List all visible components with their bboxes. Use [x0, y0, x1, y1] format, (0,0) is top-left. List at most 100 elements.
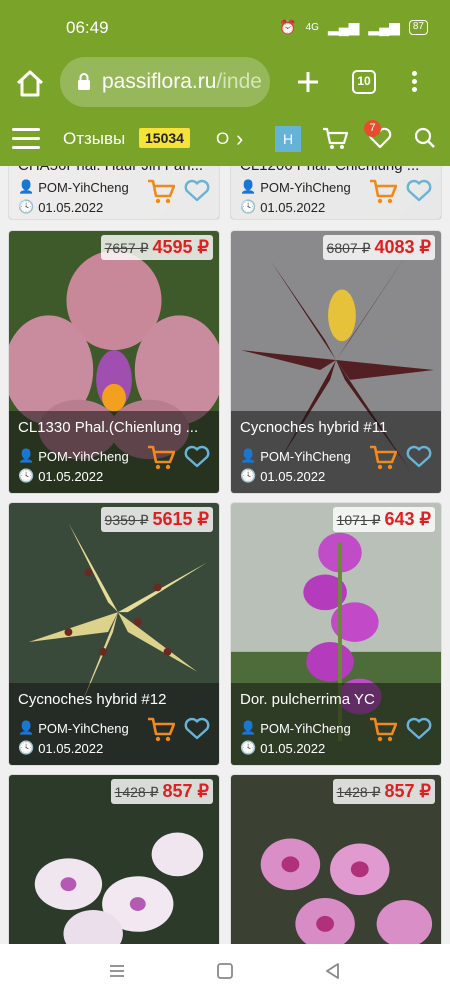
price-tag: 7657 ₽4595 ₽: [100, 235, 213, 260]
add-to-cart-button[interactable]: [369, 445, 398, 476]
favorite-button[interactable]: [406, 717, 432, 746]
favorite-button[interactable]: [184, 445, 210, 474]
price-old: 1428 ₽: [336, 784, 381, 800]
back-triangle-icon: [326, 963, 339, 979]
home-nav-button[interactable]: [216, 962, 234, 985]
price-new: 857 ₽: [162, 781, 210, 801]
favorite-button[interactable]: [406, 179, 432, 208]
search-icon[interactable]: [414, 127, 436, 154]
product-info: CL1206 Phal. Chienlung ... 👤POM-YihCheng…: [231, 166, 441, 219]
cart-icon: [370, 717, 398, 742]
hamburger-line: [12, 128, 40, 131]
product-name[interactable]: CL1206 Phal. Chienlung ...: [240, 166, 436, 174]
status-icons: ⏰ 4G ▂▄▆ ▂▄▆ 87: [279, 19, 428, 36]
back-button[interactable]: [324, 962, 342, 985]
home-icon: [16, 70, 44, 97]
network-label: 4G: [305, 22, 319, 33]
reviews-count-badge: 15034: [139, 128, 190, 148]
browser-menu-button[interactable]: [404, 68, 424, 98]
cart-icon: [148, 717, 176, 742]
product-seller: 👤 POM-YihCheng: [18, 448, 129, 464]
product-card[interactable]: CHA56Phal. Haur Jih Fan... 👤POM-YihCheng…: [8, 166, 220, 220]
product-date: 🕓 01.05.2022: [240, 468, 325, 484]
price-old: 9359 ₽: [104, 512, 149, 528]
product-name[interactable]: Dor. pulcherrima YC: [240, 691, 436, 708]
status-time: 06:49: [66, 18, 109, 37]
heart-icon: [184, 445, 210, 468]
product-card[interactable]: 1428 ₽857 ₽: [230, 774, 442, 944]
add-to-cart-button[interactable]: [147, 445, 176, 476]
hamburger-line: [12, 137, 40, 140]
favorite-button[interactable]: [184, 717, 210, 746]
add-to-cart-button[interactable]: [147, 179, 176, 210]
system-nav-bar: [0, 944, 450, 1000]
product-date: 🕓 01.05.2022: [240, 740, 325, 756]
signal-icon: ▂▄▆: [327, 19, 360, 35]
product-name[interactable]: CHA56Phal. Haur Jih Fan...: [18, 166, 214, 174]
product-info: Cycnoches hybrid #12 👤 POM-YihCheng 🕓 01.0…: [9, 683, 219, 765]
product-name[interactable]: CL1330 Phal.(Chienlung ...: [18, 419, 214, 436]
lock-icon: [78, 73, 90, 90]
recent-apps-button[interactable]: [108, 962, 126, 985]
date-text: 01.05.2022: [260, 199, 326, 215]
product-info: Dor. pulcherrima YC 👤 POM-YihCheng 🕓 01.05…: [231, 683, 441, 765]
favorite-button[interactable]: [406, 445, 432, 474]
reviews-link[interactable]: Отзывы: [63, 129, 125, 149]
user-icon: 👤: [18, 720, 35, 735]
clock-icon: 🕓: [240, 199, 257, 214]
alarm-icon: ⏰: [279, 19, 297, 35]
clock-icon: 🕓: [240, 740, 257, 755]
add-to-cart-button[interactable]: [369, 717, 398, 748]
date-text: 01.05.2022: [260, 740, 326, 756]
new-tab-button[interactable]: [293, 64, 323, 100]
product-name[interactable]: Cycnoches hybrid #12: [18, 691, 214, 708]
clock-icon: 🕓: [18, 199, 35, 214]
url-text: passiflora.ru/inde: [102, 70, 262, 94]
product-card[interactable]: 7657 ₽4595 ₽ CL1330 Phal.(Chienlung ... …: [8, 230, 220, 494]
seller-name: POM-YihCheng: [260, 448, 351, 464]
plus-icon: [298, 72, 318, 92]
product-card[interactable]: 6807 ₽4083 ₽ Cycnoches hybrid #11 👤 POM-Y…: [230, 230, 442, 494]
favorite-button[interactable]: [184, 179, 210, 208]
heart-icon: [406, 717, 432, 740]
product-card[interactable]: 9359 ₽5615 ₽ Cycnoches hybrid #12 👤 POM-Y…: [8, 502, 220, 766]
product-card[interactable]: CL1206 Phal. Chienlung ... 👤POM-YihCheng…: [230, 166, 442, 220]
cart-icon[interactable]: [322, 127, 349, 156]
seller-name: POM-YihCheng: [38, 179, 129, 195]
square-icon: [217, 963, 233, 979]
h-badge-button[interactable]: Н: [275, 126, 301, 152]
heart-icon: [406, 445, 432, 468]
product-card[interactable]: 1071 ₽643 ₽ Dor. pulcherrima YC 👤 POM-Yih…: [230, 502, 442, 766]
battery-icon: 87: [408, 20, 428, 35]
product-info: Cycnoches hybrid #11 👤 POM-YihCheng 🕓 01.0…: [231, 411, 441, 493]
price-new: 643 ₽: [384, 509, 432, 529]
price-old: 7657 ₽: [104, 240, 149, 256]
home-button[interactable]: [14, 68, 46, 100]
clock-icon: 🕓: [240, 468, 257, 483]
date-text: 01.05.2022: [38, 740, 104, 756]
user-icon: 👤: [18, 179, 35, 194]
product-seller: 👤 POM-YihCheng: [18, 720, 129, 736]
heart-icon: [406, 179, 432, 202]
product-name[interactable]: Cycnoches hybrid #11: [240, 419, 436, 436]
price-new: 5615 ₽: [152, 509, 210, 529]
product-card[interactable]: 1428 ₽857 ₽: [8, 774, 220, 944]
add-to-cart-button[interactable]: [147, 717, 176, 748]
product-date: 🕓 01.05.2022: [18, 740, 103, 756]
tabs-button[interactable]: 10: [352, 70, 376, 94]
hamburger-menu-button[interactable]: [12, 128, 40, 150]
browser-toolbar: passiflora.ru/inde 10: [0, 56, 450, 112]
chevron-right-icon[interactable]: ›: [236, 126, 243, 152]
price-tag: 1428 ₽857 ₽: [110, 779, 213, 804]
address-bar[interactable]: passiflora.ru/inde: [60, 57, 270, 107]
price-new: 4083 ₽: [374, 237, 432, 257]
add-to-cart-button[interactable]: [369, 179, 398, 210]
dot-icon: [411, 79, 417, 84]
site-nav: Отзывы 15034 О › Н 7: [0, 112, 450, 166]
nav-next-link[interactable]: О: [216, 129, 229, 149]
url-path: /inde: [216, 70, 262, 93]
product-seller: 👤 POM-YihCheng: [18, 179, 129, 195]
product-date: 🕓 01.05.2022: [18, 199, 103, 215]
price-new: 4595 ₽: [152, 237, 210, 257]
seller-name: POM-YihCheng: [260, 720, 351, 736]
